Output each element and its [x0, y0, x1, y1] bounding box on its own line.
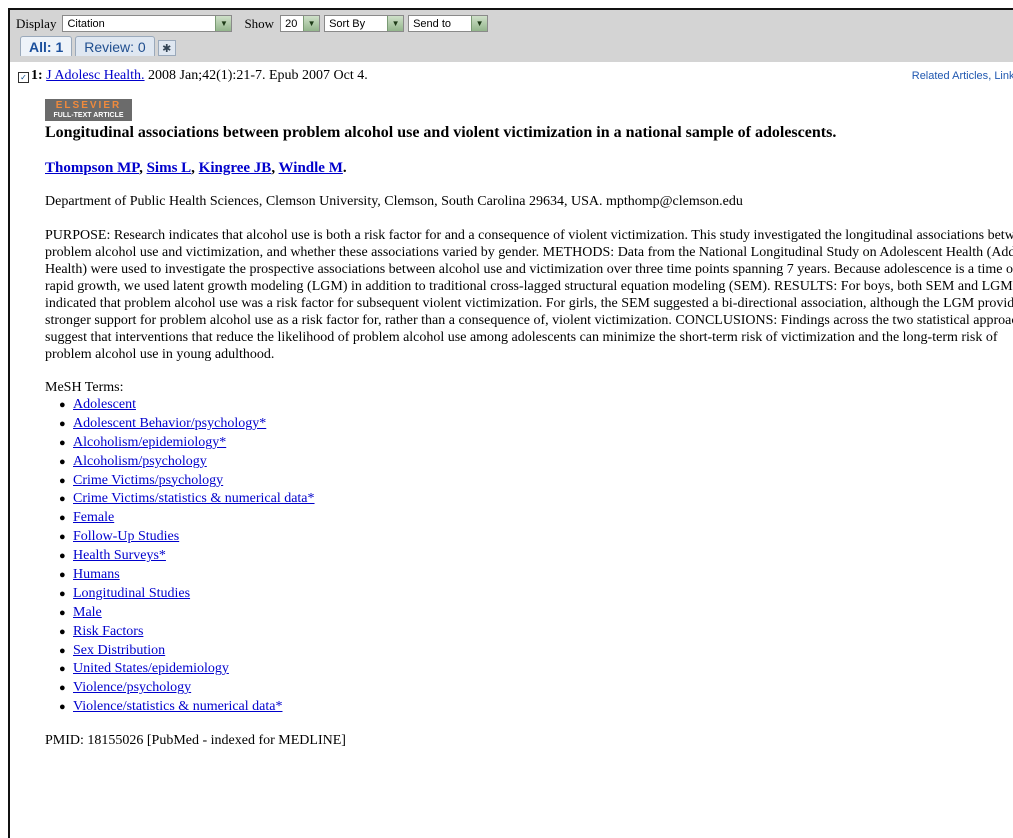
- mesh-term-link[interactable]: Male: [73, 605, 102, 620]
- citation-details: 2008 Jan;42(1):21-7. Epub 2007 Oct 4.: [144, 68, 368, 83]
- display-label: Display: [16, 15, 57, 31]
- mesh-term-link[interactable]: Adolescent Behavior/psychology*: [73, 416, 266, 431]
- publisher-badge-caption: FULL-TEXT ARTICLE: [53, 112, 124, 119]
- tab-tools-icon[interactable]: ✱: [157, 40, 176, 56]
- mesh-term-link[interactable]: Alcoholism/epidemiology*: [73, 435, 226, 450]
- tab-review[interactable]: Review: 0: [75, 36, 155, 56]
- show-label: Show: [244, 15, 275, 31]
- chevron-down-icon: ▼: [215, 16, 232, 31]
- list-item: ● Risk Factors: [59, 623, 144, 639]
- mesh-term-link[interactable]: Follow-Up Studies: [73, 529, 179, 544]
- display-select[interactable]: Citation ▼: [62, 15, 233, 32]
- chevron-down-icon: ▼: [471, 16, 488, 31]
- mesh-heading: MeSH Terms:: [45, 380, 124, 395]
- mesh-term-link[interactable]: Crime Victims/psychology: [73, 473, 223, 488]
- list-item: ● Sex Distribution: [59, 642, 166, 658]
- sort-by-select[interactable]: Sort By ▼: [324, 15, 405, 32]
- mesh-terms-list: ● Adolescent ● Adolescent Behavior/psychol…: [45, 396, 1008, 717]
- citation-row: ✓ 1: J Adolesc Health. 2008 Jan;42(1):21…: [18, 67, 1013, 89]
- chevron-down-icon: ▼: [387, 16, 404, 31]
- mesh-term-link[interactable]: Sex Distribution: [73, 643, 165, 658]
- pmid-line: PMID: 18155026 [PubMed - indexed for MED…: [45, 733, 346, 749]
- article-title: Longitudinal associations between proble…: [45, 124, 837, 141]
- list-item: ● Health Surveys*: [59, 548, 166, 564]
- mesh-term-link[interactable]: Risk Factors: [73, 624, 143, 639]
- list-item: ● Longitudinal Studies: [59, 585, 191, 601]
- list-item: ● Male: [59, 604, 102, 620]
- abstract: PURPOSE: Research indicates that alcohol…: [45, 228, 1013, 362]
- author-link[interactable]: Windle M: [279, 160, 343, 176]
- sort-by-select-value: Sort By: [329, 17, 366, 30]
- select-checkbox[interactable]: ✓: [18, 72, 29, 83]
- toolbar-row: Display Citation ▼ Show 20 ▼ Sort By ▼ S…: [16, 15, 492, 32]
- list-item: ● Follow-Up Studies: [59, 529, 180, 545]
- list-item: ● Adolescent: [59, 397, 136, 412]
- affiliation: Department of Public Health Sciences, Cl…: [45, 194, 743, 209]
- author-link[interactable]: Kingree JB: [199, 160, 272, 176]
- mesh-term-link[interactable]: Violence/psychology: [73, 680, 191, 695]
- show-select[interactable]: 20 ▼: [280, 15, 321, 32]
- mesh-term-link[interactable]: United States/epidemiology: [73, 661, 229, 676]
- mesh-term-link[interactable]: Adolescent: [73, 397, 136, 412]
- send-to-select[interactable]: Send to ▼: [408, 15, 489, 32]
- list-item: ● Adolescent Behavior/psychology*: [59, 415, 267, 431]
- publisher-badge-name: ELSEVIER: [55, 100, 122, 111]
- list-item: ● Alcoholism/psychology: [59, 453, 207, 469]
- list-item: ● Alcoholism/epidemiology*: [59, 434, 227, 450]
- mesh-term-link[interactable]: Longitudinal Studies: [73, 586, 190, 601]
- list-item: ● Female: [59, 510, 115, 526]
- mesh-term-link[interactable]: Health Surveys*: [73, 548, 166, 563]
- related-links: Related Articles, Links: [912, 70, 1013, 82]
- citation-line: 1: J Adolesc Health. 2008 Jan;42(1):21-7…: [31, 68, 368, 84]
- results-frame: Display Citation ▼ Show 20 ▼ Sort By ▼ S…: [8, 8, 1013, 838]
- author-link[interactable]: Thompson MP: [45, 160, 139, 176]
- authors-list: Thompson MP, Sims L, Kingree JB, Windle …: [45, 160, 347, 176]
- list-item: ● Crime Victims/statistics & numerical da…: [59, 491, 315, 507]
- tab-all[interactable]: All: 1: [20, 36, 73, 56]
- results-tabs: All: 1 Review: 0 ✱: [20, 36, 176, 56]
- author-link[interactable]: Sims L: [147, 160, 192, 176]
- journal-link[interactable]: J Adolesc Health.: [46, 68, 144, 83]
- mesh-term-link[interactable]: Humans: [73, 567, 120, 582]
- mesh-term-link[interactable]: Alcoholism/psychology: [73, 454, 207, 469]
- mesh-term-link[interactable]: Female: [73, 510, 114, 525]
- links-link[interactable]: Links: [994, 70, 1013, 82]
- list-item: ● Violence/statistics & numerical data*: [59, 699, 283, 715]
- show-select-value: 20: [285, 17, 298, 30]
- mesh-term-link[interactable]: Violence/statistics & numerical data*: [73, 699, 282, 714]
- list-item: ● United States/epidemiology: [59, 661, 229, 677]
- elsevier-full-text-badge[interactable]: ELSEVIER FULL-TEXT ARTICLE: [45, 99, 132, 121]
- citation-content: ✓ 1: J Adolesc Health. 2008 Jan;42(1):21…: [18, 64, 1013, 749]
- mesh-term-link[interactable]: Crime Victims/statistics & numerical dat…: [73, 491, 315, 506]
- chevron-down-icon: ▼: [303, 16, 320, 31]
- display-select-value: Citation: [67, 17, 105, 30]
- related-articles-link[interactable]: Related Articles: [912, 70, 988, 82]
- list-item: ● Violence/psychology: [59, 680, 192, 696]
- toolbar: Display Citation ▼ Show 20 ▼ Sort By ▼ S…: [10, 10, 1013, 62]
- send-to-select-value: Send to: [413, 17, 451, 30]
- result-number: 1:: [31, 68, 43, 83]
- list-item: ● Crime Victims/psychology: [59, 472, 224, 488]
- list-item: ● Humans: [59, 567, 120, 583]
